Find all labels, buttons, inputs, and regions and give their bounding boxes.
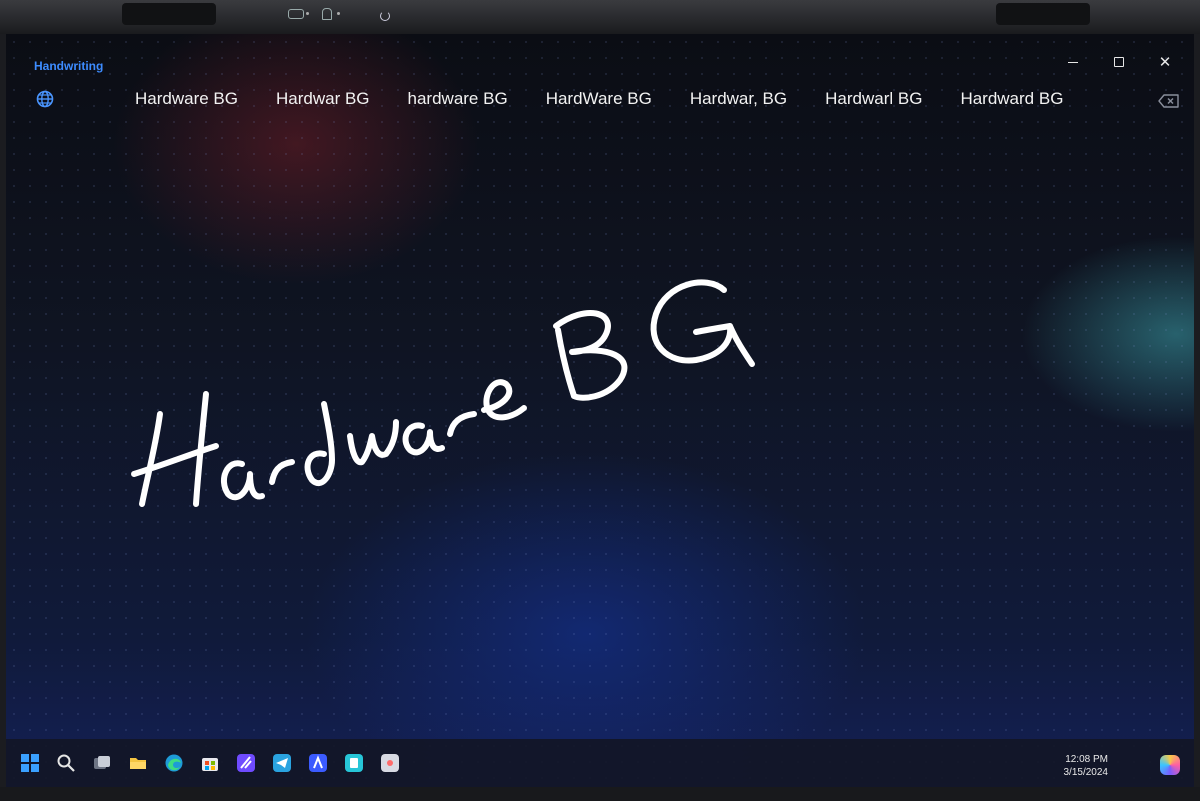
app-icon[interactable] xyxy=(308,753,328,773)
handwriting-canvas[interactable] xyxy=(6,34,1194,787)
telegram-icon[interactable] xyxy=(272,753,292,773)
clock-time: 12:08 PM xyxy=(1065,754,1108,765)
screen: Handwriting ✕ Hardware BG Hardwar BG har… xyxy=(6,34,1194,787)
task-view-icon[interactable] xyxy=(92,753,112,773)
power-indicator-icon xyxy=(380,11,390,21)
app-icon[interactable] xyxy=(380,753,400,773)
start-icon[interactable] xyxy=(20,753,40,773)
taskbar: 12:08 PM 3/15/2024 xyxy=(6,739,1194,787)
file-explorer-icon[interactable] xyxy=(128,753,148,773)
hinge-right xyxy=(996,3,1090,25)
search-icon[interactable] xyxy=(56,753,76,773)
laptop-bezel-top xyxy=(0,0,1200,34)
handwritten-ink-strokes xyxy=(131,279,755,507)
light-indicator-icon xyxy=(322,8,340,20)
app-icon[interactable] xyxy=(236,753,256,773)
store-icon[interactable] xyxy=(200,753,220,773)
laptop-bezel-bottom xyxy=(0,787,1200,801)
edge-icon[interactable] xyxy=(164,753,184,773)
laptop-bezel-right xyxy=(1194,34,1200,801)
copilot-icon[interactable] xyxy=(1160,755,1180,775)
camera-indicator-icon xyxy=(288,9,309,19)
app-icon[interactable] xyxy=(344,753,364,773)
clock-date: 3/15/2024 xyxy=(1063,767,1109,778)
hinge-left xyxy=(122,3,216,25)
system-clock[interactable]: 12:08 PM 3/15/2024 xyxy=(1064,753,1109,779)
